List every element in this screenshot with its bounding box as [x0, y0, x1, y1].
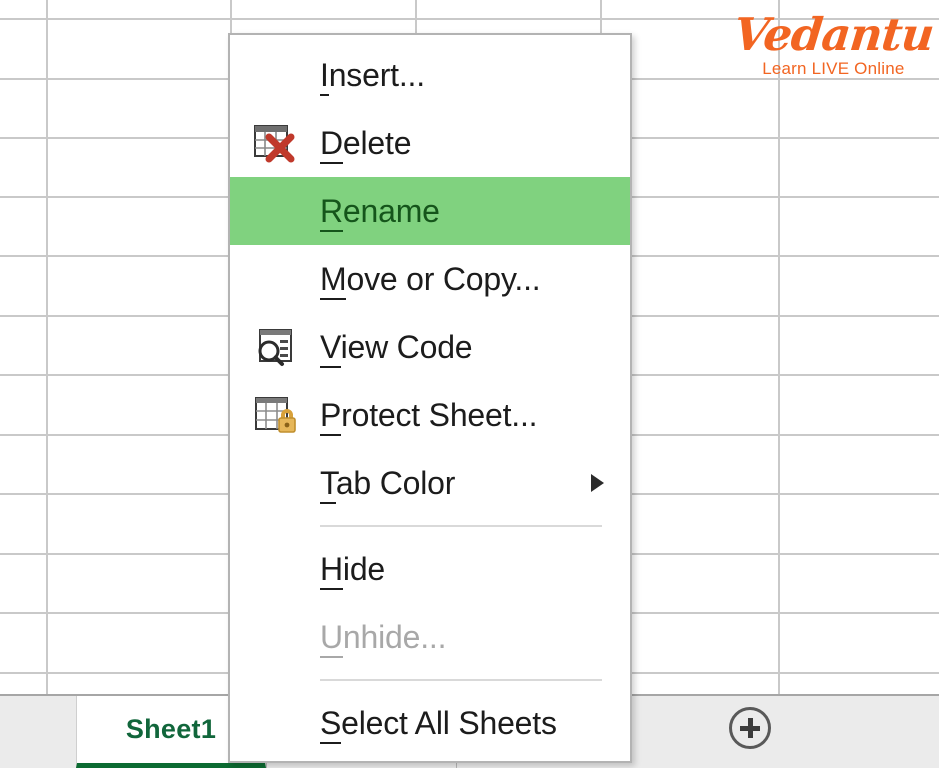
- menu-item-view-code-icon-slot: [230, 313, 320, 381]
- accel-view-code: V: [320, 329, 341, 368]
- menu-item-move-or-copy[interactable]: Move or Copy...: [230, 245, 630, 313]
- menu-item-unhide-icon-slot: [230, 603, 320, 671]
- menu-item-tab-color-icon-slot: [230, 449, 320, 517]
- delete-sheet-icon: [253, 123, 297, 163]
- rest-rename: ename: [343, 193, 440, 229]
- rest-protect-sheet: rotect Sheet...: [341, 397, 537, 433]
- menu-item-select-all-sheets[interactable]: Select All Sheets: [230, 689, 630, 757]
- accel-tab-color: T: [320, 465, 336, 504]
- menu-item-hide[interactable]: Hide: [230, 535, 630, 603]
- rest-view-code: iew Code: [341, 329, 473, 365]
- menu-item-insert-icon-slot: [230, 41, 320, 109]
- rest-insert: nsert...: [329, 57, 425, 93]
- add-sheet-button[interactable]: [729, 707, 771, 749]
- accel-delete: D: [320, 125, 343, 164]
- menu-separator: [320, 525, 602, 527]
- menu-item-view-code[interactable]: View Code: [230, 313, 630, 381]
- menu-item-tab-color[interactable]: Tab Color: [230, 449, 630, 517]
- menu-item-view-code-label: View Code: [320, 329, 472, 366]
- menu-item-delete-label: Delete: [320, 125, 411, 162]
- menu-item-unhide: Unhide...: [230, 603, 630, 671]
- menu-item-hide-icon-slot: [230, 535, 320, 603]
- menu-item-insert[interactable]: Insert...: [230, 41, 630, 109]
- menu-item-hide-label: Hide: [320, 551, 385, 588]
- menu-item-delete[interactable]: Delete: [230, 109, 630, 177]
- grid-column-line: [778, 0, 780, 694]
- vedantu-logo: Vedantu Learn LIVE Online: [734, 12, 933, 77]
- menu-item-move-or-copy-icon-slot: [230, 245, 320, 313]
- logo-tagline-text: Learn LIVE Online: [734, 60, 933, 77]
- menu-item-tab-color-label: Tab Color: [320, 465, 455, 502]
- tab-bar-left-padding: [0, 696, 76, 768]
- accel-move-or-copy: M: [320, 261, 346, 300]
- accel-hide: H: [320, 551, 343, 590]
- menu-item-insert-label: Insert...: [320, 57, 425, 94]
- rest-select-all-sheets: elect All Sheets: [341, 705, 557, 741]
- menu-item-rename-icon-slot: [230, 177, 320, 245]
- rest-unhide: nhide...: [343, 619, 446, 655]
- grid-column-line: [46, 0, 48, 694]
- view-code-icon: [254, 327, 296, 367]
- chevron-right-icon: [591, 474, 604, 492]
- accel-unhide: U: [320, 619, 343, 658]
- rest-move-or-copy: ove or Copy...: [346, 261, 540, 297]
- menu-item-rename-label: Rename: [320, 193, 440, 230]
- menu-item-protect-sheet[interactable]: Protect Sheet...: [230, 381, 630, 449]
- menu-item-rename[interactable]: Rename: [230, 177, 630, 245]
- menu-item-delete-icon-slot: [230, 109, 320, 177]
- accel-protect-sheet: P: [320, 397, 341, 436]
- menu-item-protect-sheet-label: Protect Sheet...: [320, 397, 537, 434]
- rest-tab-color: ab Color: [336, 465, 455, 501]
- protect-sheet-icon: [253, 395, 297, 435]
- rest-hide: ide: [343, 551, 385, 587]
- accel-rename: R: [320, 193, 343, 232]
- menu-separator: [320, 679, 602, 681]
- menu-item-move-or-copy-label: Move or Copy...: [320, 261, 541, 298]
- accel-select-all-sheets: S: [320, 705, 341, 744]
- accel-insert: I: [320, 57, 329, 96]
- menu-item-unhide-label: Unhide...: [320, 619, 446, 656]
- sheet-tab-sheet1-label: Sheet1: [126, 714, 216, 745]
- rest-delete: elete: [343, 125, 411, 161]
- menu-item-select-all-sheets-label: Select All Sheets: [320, 705, 557, 742]
- menu-item-protect-sheet-icon-slot: [230, 381, 320, 449]
- menu-item-select-all-sheets-icon-slot: [230, 689, 320, 757]
- logo-brand-text: Vedantu: [731, 12, 935, 57]
- sheet-tab-context-menu[interactable]: Insert... Delete Rename Move or Copy...: [228, 33, 632, 763]
